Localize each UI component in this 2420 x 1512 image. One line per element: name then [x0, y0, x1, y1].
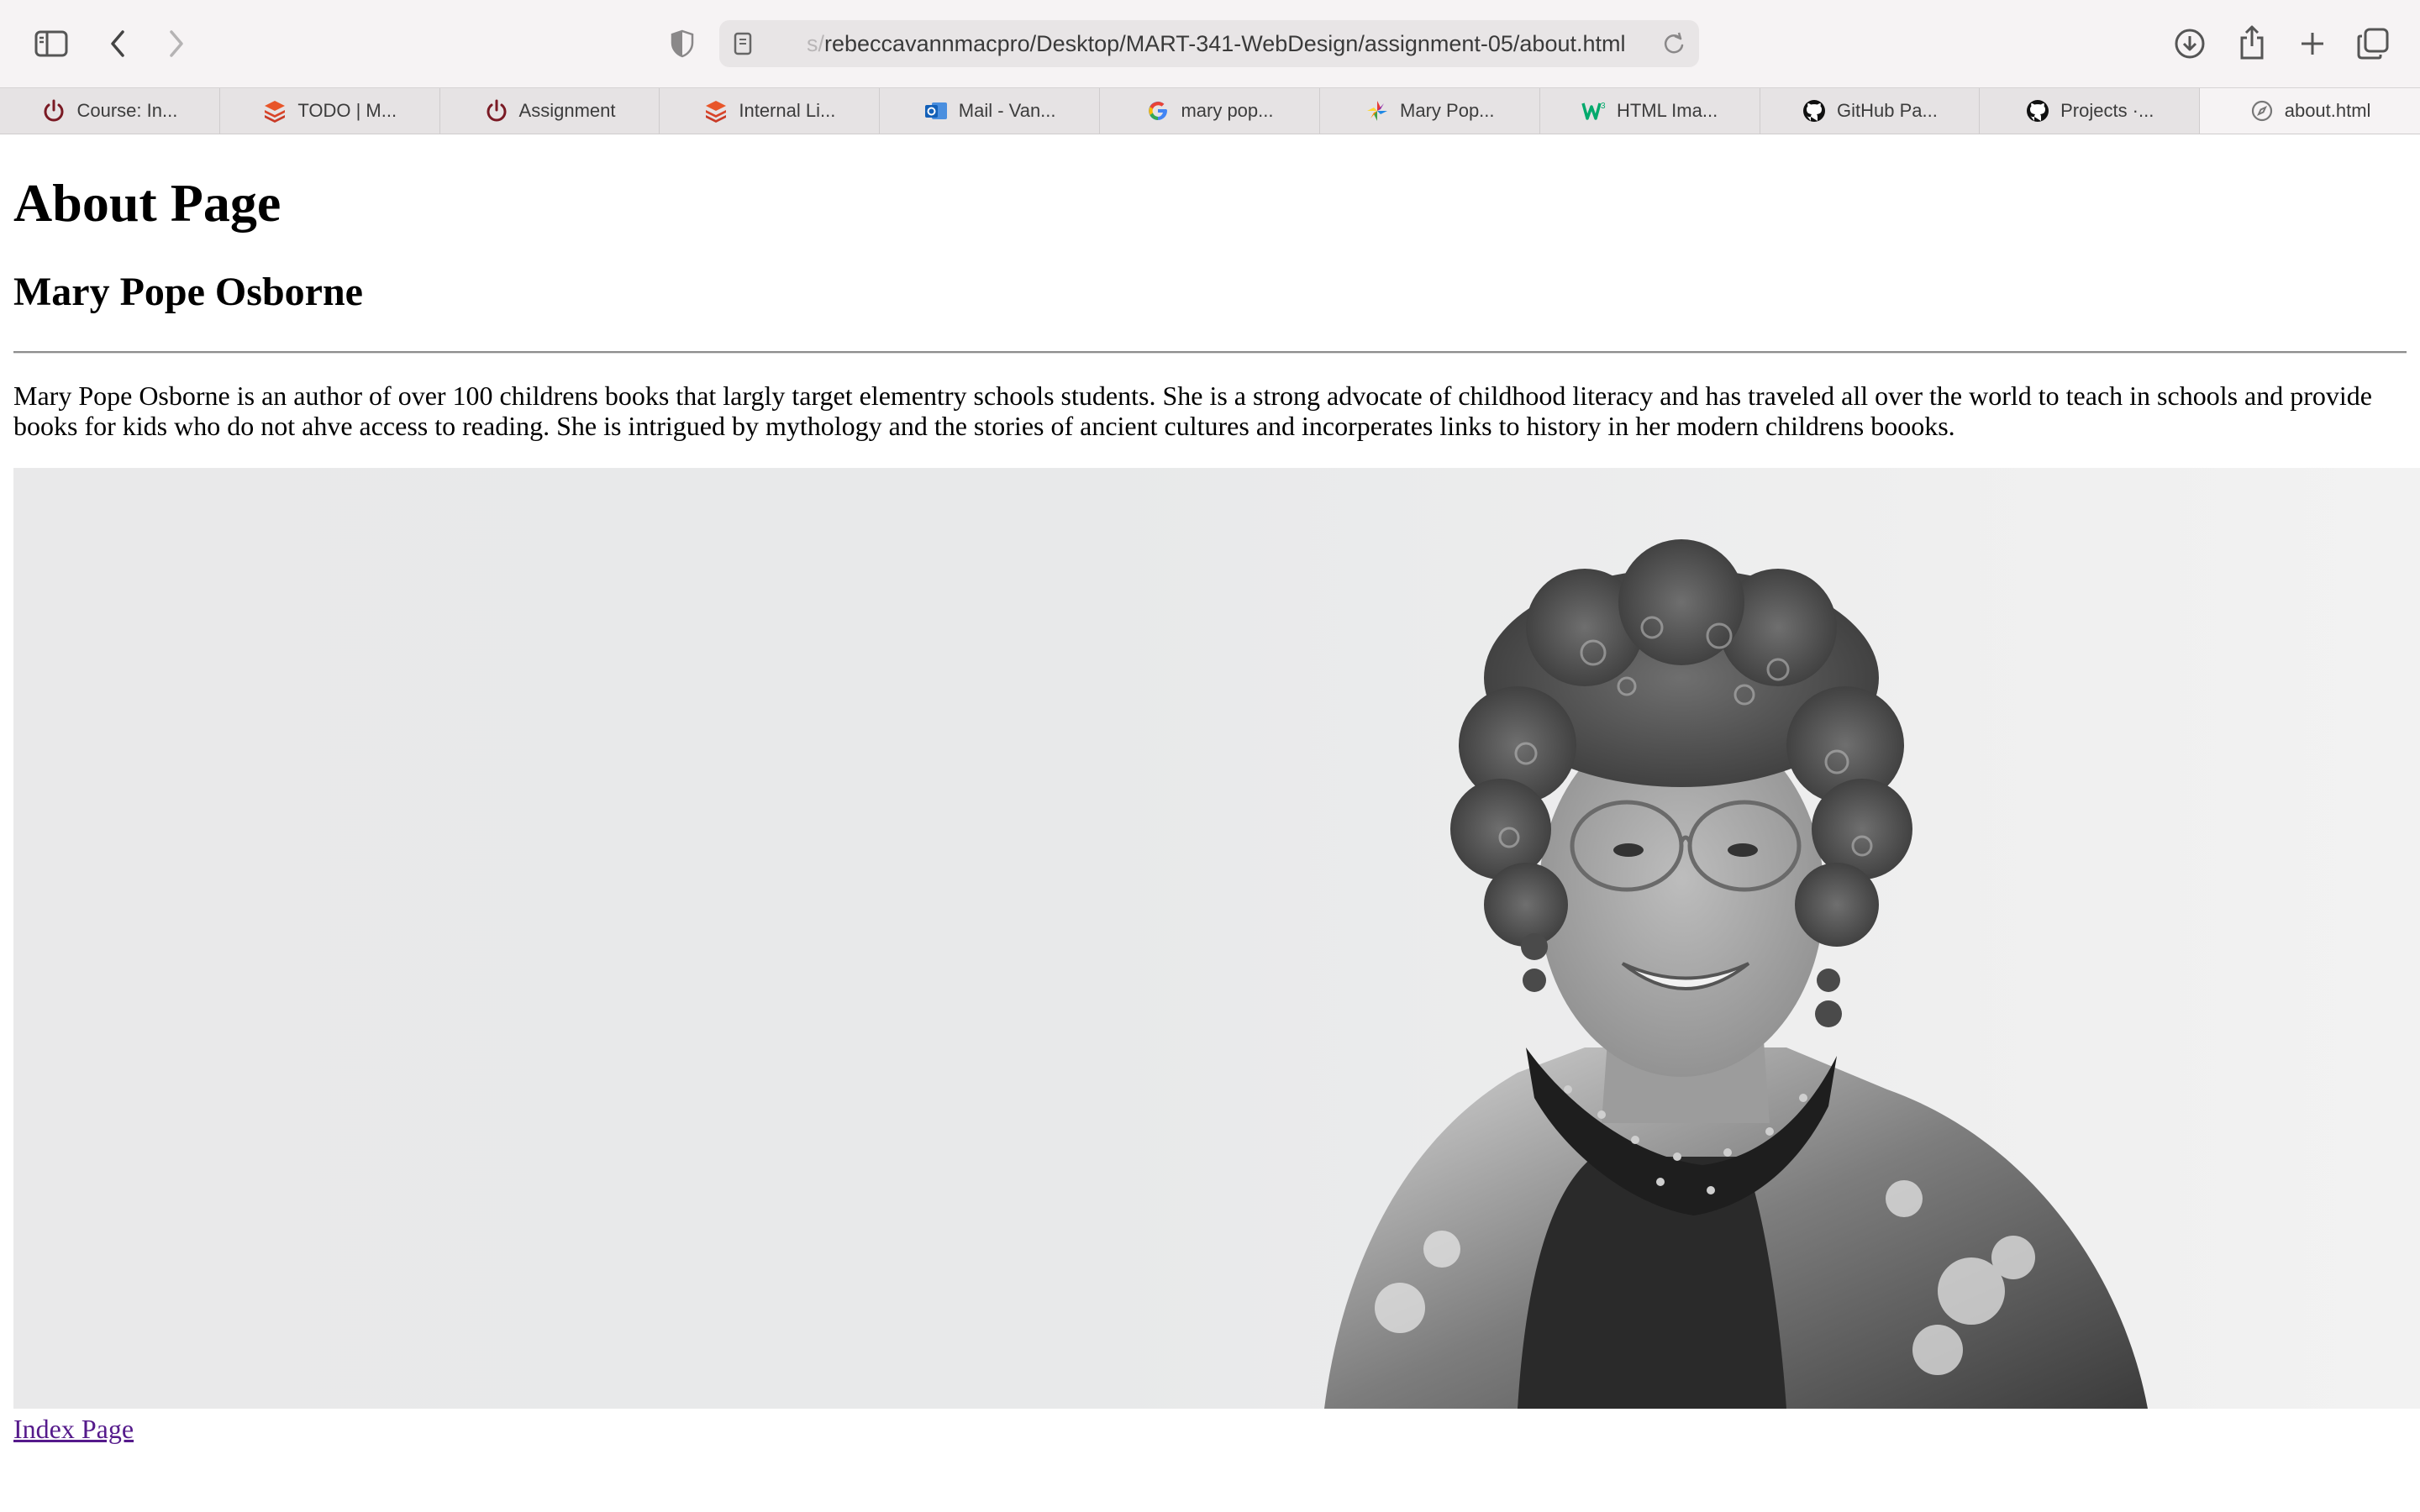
tab-google-search[interactable]: mary pop...	[1100, 88, 1320, 134]
bio-paragraph: Mary Pope Osborne is an author of over 1…	[13, 381, 2372, 441]
tab-mail[interactable]: Mail - Van...	[880, 88, 1101, 134]
page-subtitle: Mary Pope Osborne	[13, 270, 363, 314]
downloads-icon[interactable]	[2173, 25, 2207, 62]
tab-label: about.html	[2284, 100, 2371, 121]
google-icon	[1145, 98, 1171, 123]
tab-course[interactable]: Course: In...	[0, 88, 220, 134]
sidebar-toggle-icon[interactable]	[32, 25, 71, 62]
back-icon[interactable]	[104, 25, 131, 62]
tab-bar: Course: In... TODO | M... Assignment Int…	[0, 87, 2420, 134]
outlook-icon	[923, 98, 949, 123]
tab-label: TODO | M...	[297, 100, 397, 121]
tab-overview-icon[interactable]	[2354, 25, 2391, 62]
privacy-shield-icon[interactable]	[667, 27, 697, 60]
page-content: About Page Mary Pope Osborne Mary Pope O…	[13, 134, 2420, 1446]
stack-icon	[703, 98, 729, 123]
tab-label: Mary Pop...	[1400, 100, 1495, 121]
author-photo	[13, 468, 2420, 1409]
power-icon	[484, 98, 509, 123]
w3-icon: 3	[1581, 98, 1607, 123]
pinwheel-icon	[1365, 98, 1390, 123]
tab-mary-pope[interactable]: Mary Pop...	[1320, 88, 1540, 134]
new-tab-icon[interactable]	[2296, 25, 2329, 62]
reload-icon[interactable]	[1662, 31, 1686, 60]
url-text: s/rebeccavannmacpro/Desktop/MART-341-Web…	[807, 31, 1626, 56]
portrait-illustration	[1324, 539, 2148, 1409]
tab-label: Mail - Van...	[958, 100, 1056, 121]
tab-assignment[interactable]: Assignment	[440, 88, 660, 134]
address-bar[interactable]: s/rebeccavannmacpro/Desktop/MART-341-Web…	[719, 20, 1699, 67]
index-page-link[interactable]: Index Page	[13, 1412, 134, 1446]
github-icon	[1802, 98, 1827, 123]
power-icon	[41, 98, 66, 123]
forward-icon[interactable]	[163, 25, 190, 62]
github-icon	[2025, 98, 2050, 123]
share-icon[interactable]	[2235, 22, 2269, 62]
tab-label: GitHub Pa...	[1836, 100, 1938, 121]
tab-projects[interactable]: Projects ·...	[1980, 88, 2201, 134]
page-title: About Page	[13, 173, 281, 233]
tab-label: mary pop...	[1181, 100, 1274, 121]
tab-label: Assignment	[518, 100, 616, 121]
page-icon	[733, 32, 753, 60]
tab-todo[interactable]: TODO | M...	[220, 88, 440, 134]
browser-toolbar: s/rebeccavannmacpro/Desktop/MART-341-Web…	[0, 0, 2420, 87]
tab-about-active[interactable]: about.html	[2200, 88, 2420, 134]
tab-html-images[interactable]: 3 HTML Ima...	[1540, 88, 1760, 134]
tab-label: Internal Li...	[739, 100, 836, 121]
stack-icon	[262, 98, 287, 123]
compass-icon	[2249, 98, 2275, 123]
tab-label: Projects ·...	[2060, 100, 2154, 121]
tab-github-pages[interactable]: GitHub Pa...	[1760, 88, 1981, 134]
tab-label: HTML Ima...	[1616, 100, 1718, 121]
svg-text:3: 3	[1601, 102, 1606, 111]
divider	[13, 351, 2407, 354]
tab-label: Course: In...	[76, 100, 178, 121]
tab-internal-links[interactable]: Internal Li...	[660, 88, 881, 134]
